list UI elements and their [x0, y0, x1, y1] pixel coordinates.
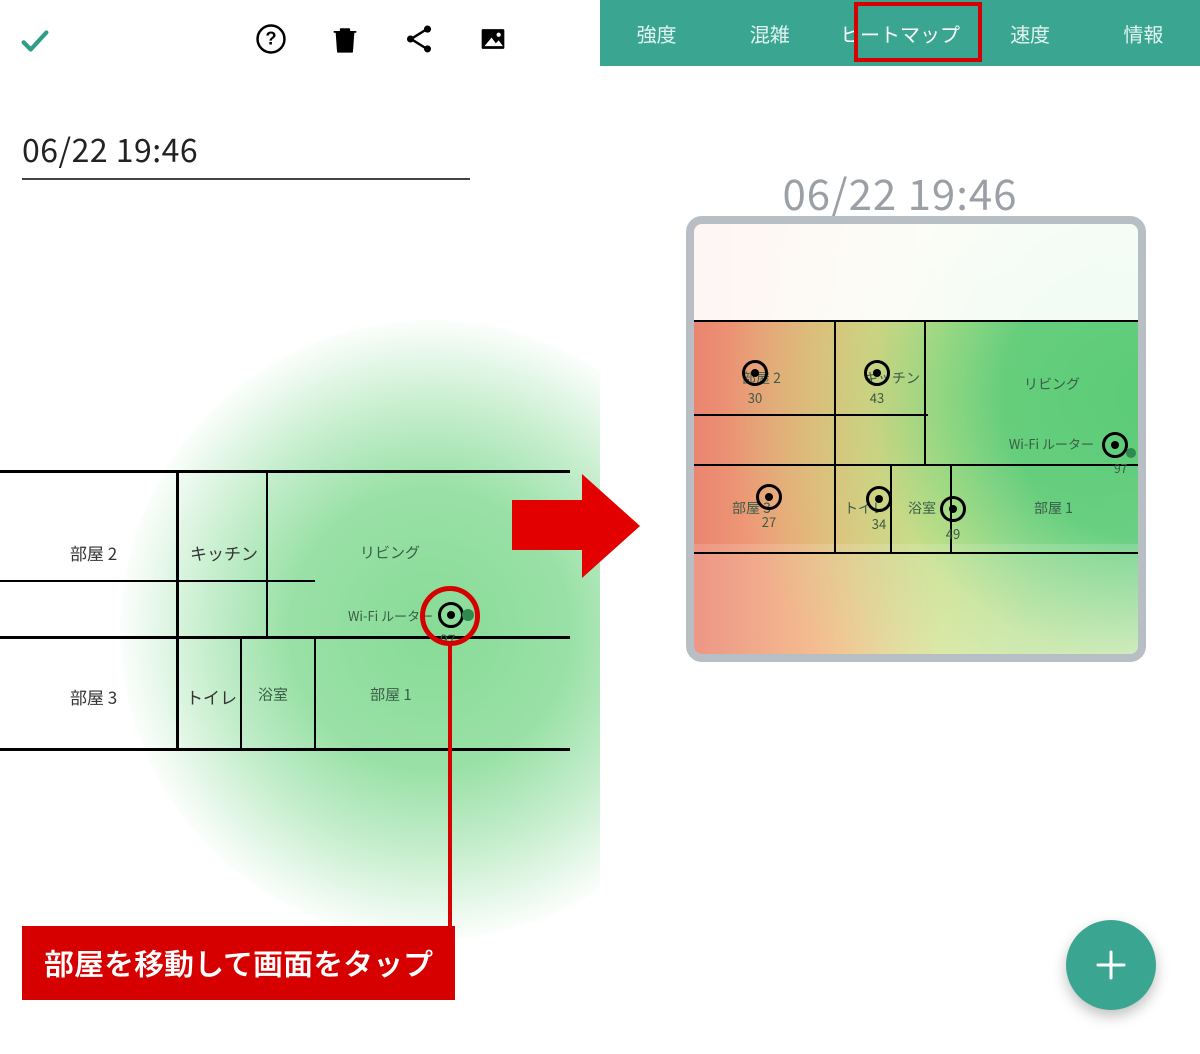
- measure-value: 27: [762, 512, 776, 531]
- delete-button[interactable]: [328, 22, 362, 56]
- measure-value: 49: [946, 524, 960, 543]
- confirm-button[interactable]: [18, 17, 52, 61]
- room-label-living: リビング: [360, 542, 420, 563]
- measure-value: 43: [870, 388, 884, 407]
- image-icon: [476, 22, 510, 56]
- measure-point-kitchen[interactable]: 43: [864, 360, 890, 407]
- router-value: 97: [1114, 460, 1127, 477]
- heatmap-card[interactable]: 部屋 2 キッチン リビング 部屋 3 トイレ 浴室 部屋 1 30 43: [686, 216, 1146, 662]
- svg-text:?: ?: [265, 28, 276, 49]
- screen-heatmap: 強度 混雑 ヒートマップ 速度 情報 06/22 19:46 部屋 2: [600, 0, 1200, 1054]
- room-label-toilet: トイレ: [186, 684, 237, 709]
- router-marker[interactable]: [438, 602, 474, 628]
- room-label-bath: 浴室: [908, 498, 936, 518]
- arrow-icon: [512, 468, 642, 583]
- tab-congestion[interactable]: 混雑: [713, 0, 826, 66]
- tab-heatmap[interactable]: ヒートマップ: [826, 0, 973, 66]
- router-value: 97: [440, 630, 456, 650]
- measure-point-bath[interactable]: 49: [940, 496, 966, 543]
- plus-icon: [1094, 948, 1128, 982]
- room-label-room1: 部屋 1: [1034, 498, 1073, 518]
- room-label-kitchen: キッチン: [190, 540, 258, 565]
- toolbar: ?: [0, 0, 600, 78]
- measure-point-room3[interactable]: 27: [756, 484, 782, 531]
- image-button[interactable]: [476, 22, 510, 56]
- router-marker[interactable]: Wi-Fi ルーター 97: [1102, 432, 1128, 458]
- room-label-living: リビング: [1024, 374, 1080, 394]
- router-label: Wi-Fi ルーター: [1009, 434, 1094, 453]
- measure-value: 30: [748, 388, 762, 407]
- tab-bar: 強度 混雑 ヒートマップ 速度 情報: [600, 0, 1200, 66]
- tab-strength[interactable]: 強度: [600, 0, 713, 66]
- survey-title-input[interactable]: 06/22 19:46: [22, 120, 470, 180]
- trash-icon: [328, 22, 362, 56]
- room-label-room2: 部屋 2: [70, 540, 117, 565]
- room-label-room3: 部屋 3: [70, 684, 117, 709]
- transition-arrow: [512, 468, 642, 583]
- tab-speed[interactable]: 速度: [974, 0, 1087, 66]
- add-button[interactable]: [1066, 920, 1156, 1010]
- callout-text: 部屋を移動して画面をタップ: [22, 926, 455, 1000]
- room-label-bath: 浴室: [258, 684, 288, 705]
- share-button[interactable]: [402, 22, 436, 56]
- measure-point-toilet[interactable]: 34: [866, 486, 892, 533]
- room-label-room1: 部屋 1: [370, 684, 412, 705]
- help-icon: ?: [254, 22, 288, 56]
- tab-info[interactable]: 情報: [1087, 0, 1200, 66]
- floor-plan[interactable]: 部屋 2 キッチン リビング 部屋 3 トイレ 浴室 部屋 1 Wi-Fi ルー…: [0, 410, 600, 780]
- help-button[interactable]: ?: [254, 22, 288, 56]
- measure-value: 34: [872, 514, 886, 533]
- measure-point-room2[interactable]: 30: [742, 360, 768, 407]
- heatmap-title: 06/22 19:46: [600, 162, 1200, 223]
- check-icon: [18, 24, 52, 58]
- share-icon: [402, 22, 436, 56]
- screen-survey: ? 06/22 19:46: [0, 0, 600, 1054]
- router-label: Wi-Fi ルーター: [348, 606, 433, 625]
